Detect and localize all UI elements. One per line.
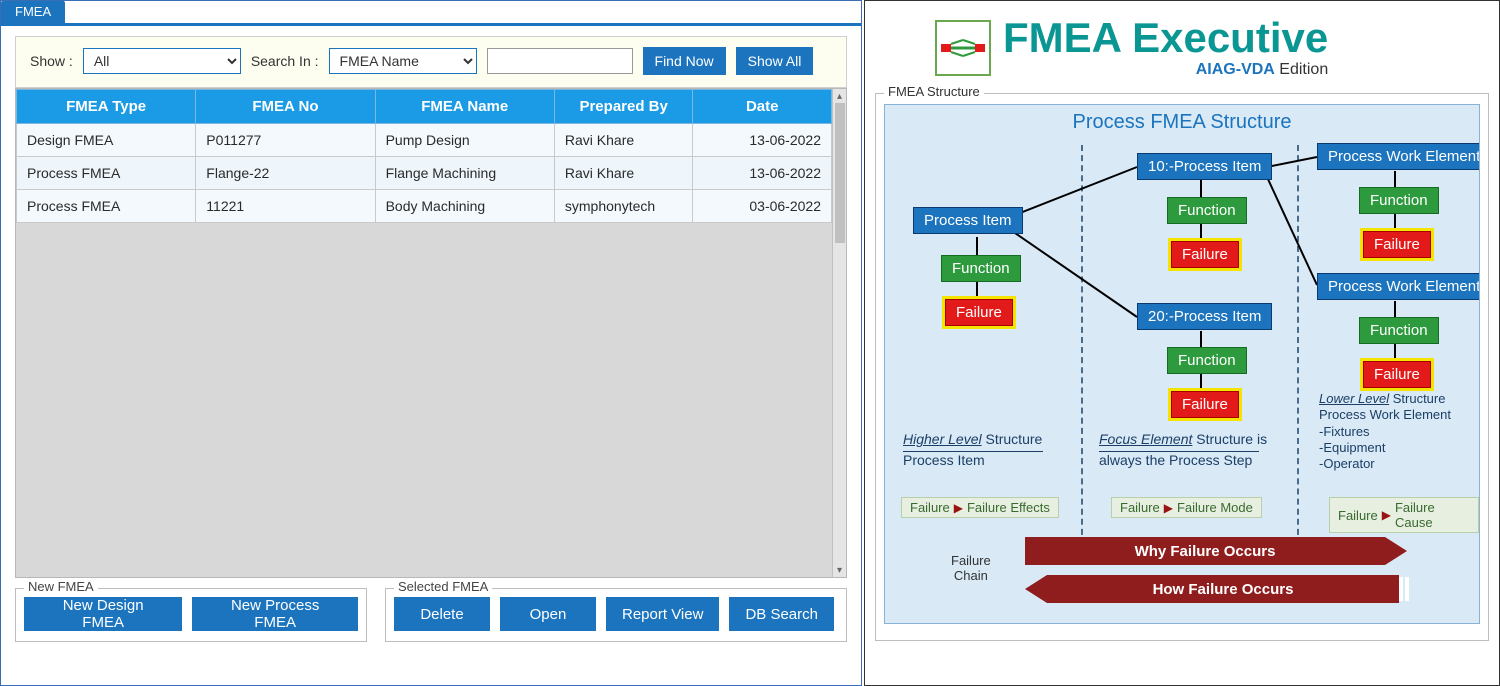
brand-subtitle: AIAG-VDA Edition bbox=[1003, 61, 1328, 79]
node-failure: Failure bbox=[1171, 241, 1239, 268]
db-search-button[interactable]: DB Search bbox=[729, 597, 834, 631]
column-divider bbox=[1297, 145, 1299, 545]
show-all-button[interactable]: Show All bbox=[736, 47, 814, 75]
higher-level-caption: Higher Level Structure Process Item bbox=[903, 431, 1043, 469]
filter-bar: Show : All Search In : FMEA Name Find No… bbox=[15, 36, 847, 88]
vertical-scrollbar[interactable]: ▴ ▾ bbox=[832, 89, 846, 577]
report-view-button[interactable]: Report View bbox=[606, 597, 719, 631]
open-button[interactable]: Open bbox=[500, 597, 596, 631]
search-in-label: Search In : bbox=[251, 53, 319, 69]
scroll-up-icon[interactable]: ▴ bbox=[834, 89, 846, 103]
cell: Process FMEA bbox=[17, 190, 196, 223]
grid-body: FMEA Type FMEA No FMEA Name Prepared By … bbox=[16, 89, 832, 577]
selected-fmea-fieldset: Selected FMEA Delete Open Report View DB… bbox=[385, 588, 847, 642]
failure-chain-label: FailureChain bbox=[951, 553, 991, 583]
new-fmea-fieldset: New FMEA New Design FMEA New Process FME… bbox=[15, 588, 367, 642]
focus-element-caption: Focus Element Structure is always the Pr… bbox=[1099, 431, 1267, 469]
how-failure-arrow: How Failure Occurs bbox=[1047, 575, 1399, 603]
new-process-fmea-button[interactable]: New Process FMEA bbox=[192, 597, 358, 631]
delete-button[interactable]: Delete bbox=[394, 597, 490, 631]
cell: symphonytech bbox=[554, 190, 693, 223]
arrow-left-icon bbox=[1025, 575, 1047, 603]
node-pwe: Process Work Element bbox=[1317, 143, 1480, 170]
cell: Flange Machining bbox=[375, 157, 554, 190]
node-failure: Failure bbox=[1363, 231, 1431, 258]
brand-panel: FMEA Executive AIAG-VDA Edition FMEA Str… bbox=[864, 0, 1500, 686]
col-type[interactable]: FMEA Type bbox=[17, 90, 196, 124]
chip-failure-mode: Failure▶Failure Mode bbox=[1111, 497, 1262, 518]
selected-fmea-legend: Selected FMEA bbox=[394, 579, 492, 594]
cell: 13-06-2022 bbox=[693, 157, 832, 190]
cell: Flange-22 bbox=[196, 157, 375, 190]
chip-failure-effects: Failure▶Failure Effects bbox=[901, 497, 1059, 518]
node-process-20: 20:-Process Item bbox=[1137, 303, 1272, 330]
tab-fmea[interactable]: FMEA bbox=[1, 1, 65, 23]
tab-underline bbox=[1, 23, 861, 26]
new-design-fmea-button[interactable]: New Design FMEA bbox=[24, 597, 182, 631]
table-row[interactable]: Design FMEA P011277 Pump Design Ravi Kha… bbox=[17, 124, 832, 157]
structure-legend: FMEA Structure bbox=[884, 84, 984, 99]
header-row: FMEA Type FMEA No FMEA Name Prepared By … bbox=[17, 90, 832, 124]
cell: 13-06-2022 bbox=[693, 124, 832, 157]
diagram-title: Process FMEA Structure bbox=[885, 111, 1479, 134]
search-input[interactable] bbox=[487, 48, 633, 74]
structure-fieldset: FMEA Structure Process FMEA Structure bbox=[875, 93, 1489, 641]
process-fmea-diagram: Process FMEA Structure bbox=[884, 104, 1480, 624]
show-select[interactable]: All bbox=[83, 48, 241, 74]
node-process-item: Process Item bbox=[913, 207, 1023, 234]
node-function: Function bbox=[1359, 187, 1439, 214]
cell: Pump Design bbox=[375, 124, 554, 157]
show-label: Show : bbox=[30, 53, 73, 69]
cell: Ravi Khare bbox=[554, 157, 693, 190]
cell: Process FMEA bbox=[17, 157, 196, 190]
node-function: Function bbox=[1167, 197, 1247, 224]
scroll-down-icon[interactable]: ▾ bbox=[834, 563, 846, 577]
cell: 11221 bbox=[196, 190, 375, 223]
chip-failure-cause: Failure▶Failure Cause bbox=[1329, 497, 1479, 533]
lower-level-caption: Lower Level Structure Process Work Eleme… bbox=[1319, 391, 1451, 472]
cell: P011277 bbox=[196, 124, 375, 157]
brand-logo-icon bbox=[935, 20, 991, 76]
find-now-button[interactable]: Find Now bbox=[643, 47, 726, 75]
scroll-thumb[interactable] bbox=[835, 103, 845, 243]
fmea-grid: FMEA Type FMEA No FMEA Name Prepared By … bbox=[15, 88, 847, 578]
table-row[interactable]: Process FMEA Flange-22 Flange Machining … bbox=[17, 157, 832, 190]
col-no[interactable]: FMEA No bbox=[196, 90, 375, 124]
cell: Design FMEA bbox=[17, 124, 196, 157]
new-fmea-legend: New FMEA bbox=[24, 579, 98, 594]
cell: Ravi Khare bbox=[554, 124, 693, 157]
node-pwe: Process Work Element bbox=[1317, 273, 1480, 300]
node-function: Function bbox=[1359, 317, 1439, 344]
tab-strip: FMEA bbox=[1, 1, 861, 23]
column-divider bbox=[1081, 145, 1083, 545]
col-date[interactable]: Date bbox=[693, 90, 832, 124]
bottom-actions: New FMEA New Design FMEA New Process FME… bbox=[15, 578, 847, 642]
node-failure: Failure bbox=[1363, 361, 1431, 388]
col-name[interactable]: FMEA Name bbox=[375, 90, 554, 124]
table-row[interactable]: Process FMEA 11221 Body Machining sympho… bbox=[17, 190, 832, 223]
why-failure-arrow: Why Failure Occurs bbox=[1025, 537, 1385, 565]
brand-row: FMEA Executive AIAG-VDA Edition bbox=[935, 17, 1489, 79]
search-in-select[interactable]: FMEA Name bbox=[329, 48, 477, 74]
node-failure: Failure bbox=[945, 299, 1013, 326]
col-by[interactable]: Prepared By bbox=[554, 90, 693, 124]
cell: 03-06-2022 bbox=[693, 190, 832, 223]
arrow-right-icon bbox=[1385, 537, 1407, 565]
fmea-list-window: FMEA Show : All Search In : FMEA Name Fi… bbox=[0, 0, 862, 686]
brand-title: FMEA Executive bbox=[1003, 17, 1328, 59]
cell: Body Machining bbox=[375, 190, 554, 223]
chevron-right-icon: ▶ bbox=[1164, 501, 1173, 515]
node-function: Function bbox=[1167, 347, 1247, 374]
node-process-10: 10:-Process Item bbox=[1137, 153, 1272, 180]
chevron-right-icon: ▶ bbox=[954, 501, 963, 515]
chevron-right-icon: ▶ bbox=[1382, 508, 1391, 522]
node-failure: Failure bbox=[1171, 391, 1239, 418]
node-function: Function bbox=[941, 255, 1021, 282]
